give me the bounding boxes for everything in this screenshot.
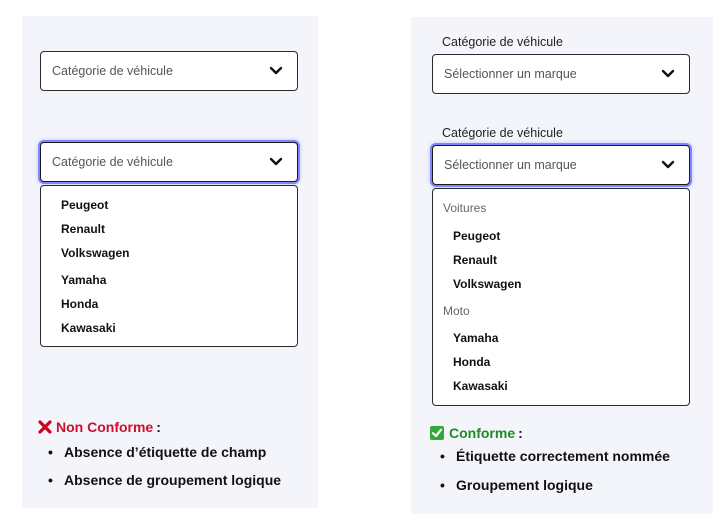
option-yamaha[interactable]: Yamaha [453,331,498,345]
field-label: Catégorie de véhicule [442,35,563,49]
verdict-label: Conforme [449,425,516,441]
options-listbox: Peugeot Renault Volkswagen Yamaha Honda … [40,185,298,347]
chevron-down-icon [661,69,675,79]
chevron-down-icon [269,66,283,76]
bullet-item: • Étiquette correctement nommée [440,448,670,464]
option-volkswagen[interactable]: Volkswagen [61,246,129,260]
field-label: Catégorie de véhicule [442,126,563,140]
select-placeholder: Sélectionner un marque [444,67,577,81]
category-select-open[interactable]: Catégorie de véhicule [40,142,298,182]
verdict-colon: : [156,419,161,435]
bullet-item: • Absence de groupement logique [48,472,282,488]
option-volkswagen[interactable]: Volkswagen [453,277,521,291]
option-renault[interactable]: Renault [453,253,497,267]
bullet-text: Groupement logique [456,477,593,493]
option-renault[interactable]: Renault [61,222,105,236]
chevron-down-icon [661,160,675,170]
verdict-label: Non Conforme [56,419,154,435]
brand-select-closed[interactable]: Sélectionner un marque [432,54,690,94]
bullet-text: Absence de groupement logique [64,472,282,488]
select-value: Catégorie de véhicule [52,155,173,169]
select-placeholder: Sélectionner un marque [444,158,577,172]
bullet-item: • Groupement logique [440,477,593,493]
option-honda[interactable]: Honda [453,355,490,369]
category-select-closed[interactable]: Catégorie de véhicule [40,51,298,91]
grouped-options-listbox: Voitures Peugeot Renault Volkswagen Moto… [432,188,690,406]
option-yamaha[interactable]: Yamaha [61,273,106,287]
bullet-text: Étiquette correctement nommée [456,448,670,464]
optgroup-label-moto: Moto [443,304,470,318]
check-mark-icon [430,426,444,440]
non-compliant-verdict: Non Conforme : [38,419,161,435]
option-peugeot[interactable]: Peugeot [453,229,500,243]
compliant-verdict: Conforme : [430,425,523,441]
option-kawasaki[interactable]: Kawasaki [61,321,116,335]
option-peugeot[interactable]: Peugeot [61,198,108,212]
brand-select-open[interactable]: Sélectionner un marque [432,145,690,185]
option-honda[interactable]: Honda [61,297,98,311]
option-kawasaki[interactable]: Kawasaki [453,379,508,393]
verdict-colon: : [518,425,523,441]
optgroup-label-voitures: Voitures [443,201,487,215]
select-value: Catégorie de véhicule [52,64,173,78]
bullet-item: • Absence d’étiquette de champ [48,444,267,460]
chevron-down-icon [269,157,283,167]
bullet-text: Absence d’étiquette de champ [64,444,267,460]
cross-mark-icon [38,420,52,434]
